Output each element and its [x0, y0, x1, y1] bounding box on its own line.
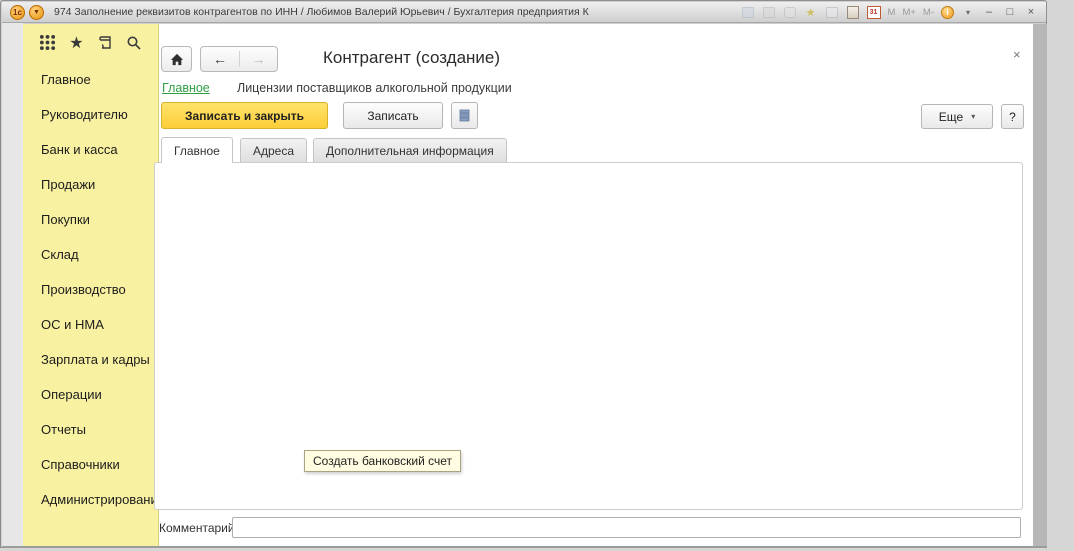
sections-sidebar: ★ Главное Руководителю Банк и касса Прод… — [23, 24, 159, 546]
info-dropdown-caret-icon[interactable]: ▾ — [961, 6, 975, 19]
back-button[interactable]: ← — [201, 51, 239, 67]
memory-m-minus-button[interactable]: M- — [923, 7, 934, 18]
1c-logo-icon: 1с — [10, 5, 25, 20]
tab-glavnoe[interactable]: Главное — [161, 137, 233, 163]
add-favorite-icon[interactable]: ★ — [804, 6, 818, 19]
help-button[interactable]: ? — [1001, 104, 1024, 129]
sidebar-item-prodazhi[interactable]: Продажи — [23, 167, 158, 202]
sidebar-item-rukovoditelyu[interactable]: Руководителю — [23, 97, 158, 132]
tab-dop-informatsiya[interactable]: Дополнительная информация — [313, 138, 507, 163]
maximize-button[interactable]: □ — [1003, 6, 1017, 18]
comment-input[interactable] — [232, 517, 1021, 538]
sidebar-item-pokupki[interactable]: Покупки — [23, 202, 158, 237]
sidebar-item-administrirovanie[interactable]: Администрирование — [23, 482, 158, 517]
calendar-icon[interactable]: 31 — [867, 6, 881, 19]
minimize-button[interactable]: – — [982, 6, 996, 18]
sidebar-item-operatsii[interactable]: Операции — [23, 377, 158, 412]
window-frame-bottom — [2, 546, 1047, 548]
sidebar-item-glavnoe[interactable]: Главное — [23, 62, 158, 97]
sidebar-item-sklad[interactable]: Склад — [23, 237, 158, 272]
main-menu-button[interactable]: ▼ — [29, 5, 44, 20]
info-icon[interactable]: i — [941, 6, 954, 19]
window-frame-right — [1033, 24, 1047, 546]
window-frame-left — [2, 23, 23, 546]
sidebar-item-spravochniki[interactable]: Справочники — [23, 447, 158, 482]
save-and-close-button[interactable]: Записать и закрыть — [161, 102, 328, 129]
history-icon[interactable] — [97, 35, 113, 54]
save-icon[interactable] — [741, 6, 755, 19]
nav-link-licenzii[interactable]: Лицензии поставщиков алкогольной продукц… — [237, 81, 512, 95]
save-button[interactable]: Записать — [343, 102, 443, 129]
sidebar-item-os-i-nma[interactable]: ОС и НМА — [23, 307, 158, 342]
print-icon[interactable] — [762, 6, 776, 19]
home-button[interactable] — [161, 46, 192, 72]
tab-content-panel — [154, 162, 1023, 510]
more-button-label: Еще — [939, 110, 963, 124]
home-icon — [170, 53, 184, 66]
window-title: 974 Заполнение реквизитов контрагентов п… — [54, 6, 589, 18]
sidebar-item-otchety[interactable]: Отчеты — [23, 412, 158, 447]
app-window: 1с ▼ 974 Заполнение реквизитов контраген… — [0, 0, 1047, 548]
page-title: Контрагент (создание) — [323, 48, 500, 68]
title-bar: 1с ▼ 974 Заполнение реквизитов контраген… — [2, 2, 1046, 23]
memory-m-plus-button[interactable]: M+ — [902, 7, 915, 18]
create-bank-account-tooltip: Создать банковский счет — [304, 450, 461, 472]
memory-m-button[interactable]: M — [888, 7, 896, 18]
comment-label: Комментарий: — [159, 521, 238, 535]
search-icon[interactable] — [126, 35, 142, 54]
document-structure-button[interactable] — [451, 102, 478, 129]
more-button[interactable]: Еще ▾ — [921, 104, 993, 129]
form-close-icon[interactable]: × — [1013, 47, 1021, 62]
sidebar-item-proizvodstvo[interactable]: Производство — [23, 272, 158, 307]
more-caret-icon: ▾ — [971, 112, 975, 121]
sidebar-item-bank-i-kassa[interactable]: Банк и касса — [23, 132, 158, 167]
tab-adresa[interactable]: Адреса — [240, 138, 307, 163]
menu-grid-icon[interactable] — [39, 34, 56, 54]
history-nav-group: ← → — [200, 46, 278, 72]
list-icon — [459, 109, 470, 122]
print-preview-icon[interactable] — [783, 6, 797, 19]
forward-button[interactable]: → — [239, 51, 277, 67]
calculator-icon[interactable] — [846, 6, 860, 19]
window-close-button[interactable]: × — [1024, 6, 1038, 18]
nav-link-glavnoe[interactable]: Главное — [162, 81, 210, 95]
sidebar-item-zarplata-i-kadry[interactable]: Зарплата и кадры — [23, 342, 158, 377]
notes-icon[interactable] — [825, 6, 839, 19]
favorites-star-icon[interactable]: ★ — [69, 36, 83, 52]
